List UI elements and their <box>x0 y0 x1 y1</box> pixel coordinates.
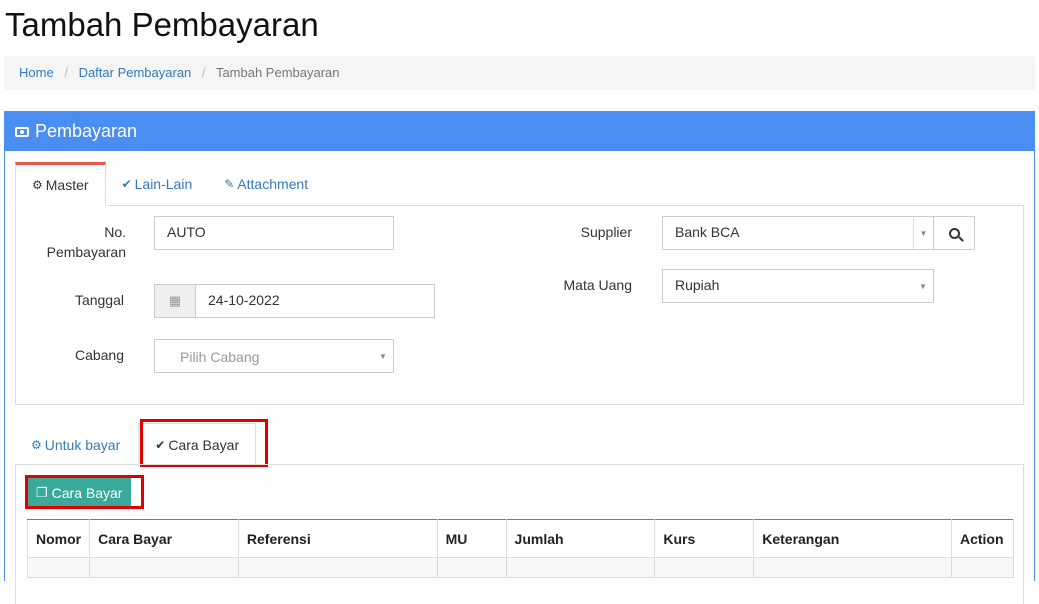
mata-uang-select[interactable]: Rupiah ▼ <box>662 269 934 303</box>
cogs-icon: ⚙ <box>31 438 42 452</box>
supplier-label: Supplier <box>580 224 632 240</box>
column-header: Keterangan <box>753 519 952 558</box>
table-header-row: Nomor Cara Bayar Referensi MU Jumlah Kur… <box>26 519 1015 558</box>
no-pembayaran-input[interactable]: AUTO <box>154 216 394 250</box>
mata-uang-label: Mata Uang <box>563 277 632 293</box>
supplier-value: Bank BCA <box>675 224 740 240</box>
tab-untuk-bayar[interactable]: ⚙ Untuk bayar <box>15 423 136 467</box>
supplier-search-button[interactable] <box>933 216 975 250</box>
tab-label: Lain-Lain <box>134 176 193 192</box>
highlight-box-cara-bayar-tab <box>140 419 268 467</box>
tanggal-label: Tanggal <box>74 292 124 308</box>
supplier-select[interactable]: Bank BCA ▼ <box>662 216 934 250</box>
tab-label: Master <box>45 177 89 193</box>
pembayaran-panel: Pembayaran ⚙ Master ✔ Lain-Lain ✎ Attach… <box>4 111 1035 604</box>
chevron-down-icon: ▼ <box>379 351 387 361</box>
tanggal-input[interactable]: 24-10-2022 <box>195 284 435 318</box>
paperclip-icon: ✎ <box>224 177 235 191</box>
breadcrumb: Home / Daftar Pembayaran / Tambah Pembay… <box>4 56 1035 90</box>
cara-bayar-table: Nomor Cara Bayar Referensi MU Jumlah Kur… <box>26 519 1015 578</box>
column-header: Jumlah <box>505 519 656 558</box>
highlight-box-cara-bayar-button <box>25 475 144 509</box>
breadcrumb-current: Tambah Pembayaran <box>215 65 340 80</box>
tab-label: Untuk bayar <box>44 437 121 453</box>
tab-label: Attachment <box>237 176 309 192</box>
column-header: Action <box>950 519 1015 558</box>
master-tab-content: No. Pembayaran AUTO Tanggal ▦ 24-10-2022… <box>15 205 1024 405</box>
chevron-down-icon: ▼ <box>913 217 933 249</box>
cara-bayar-tab-content: ❐ Cara Bayar Nomor Cara Bayar Referensi … <box>15 464 1024 604</box>
top-tabs: ⚙ Master ✔ Lain-Lain ✎ Attachment <box>15 162 324 206</box>
cabang-placeholder: Pilih Cabang <box>180 349 260 365</box>
column-header: Nomor <box>26 519 91 558</box>
cabang-label: Cabang <box>74 347 124 363</box>
column-header: MU <box>436 519 507 558</box>
cabang-select[interactable]: Pilih Cabang ▼ <box>154 339 394 373</box>
breadcrumb-separator: / <box>201 65 206 80</box>
money-icon <box>15 126 29 137</box>
search-icon <box>948 227 960 239</box>
breadcrumb-home-link[interactable]: Home <box>19 65 54 80</box>
check-circle-icon: ✔ <box>121 177 132 191</box>
calendar-icon[interactable]: ▦ <box>154 284 195 318</box>
page-title: Tambah Pembayaran <box>5 6 319 43</box>
no-pembayaran-label-line2: Pembayaran <box>46 244 126 260</box>
tab-master[interactable]: ⚙ Master <box>15 162 106 206</box>
panel-title: Pembayaran <box>35 121 138 141</box>
column-header: Referensi <box>237 519 438 558</box>
tab-attachment[interactable]: ✎ Attachment <box>208 162 324 206</box>
breadcrumb-daftar-pembayaran-link[interactable]: Daftar Pembayaran <box>79 65 192 80</box>
panel-heading: Pembayaran <box>5 112 1034 151</box>
cogs-icon: ⚙ <box>32 178 43 192</box>
column-header: Cara Bayar <box>89 519 239 558</box>
tab-lain-lain[interactable]: ✔ Lain-Lain <box>106 162 209 206</box>
mata-uang-value: Rupiah <box>675 277 720 293</box>
column-header: Kurs <box>654 519 755 558</box>
page: Tambah Pembayaran Home / Daftar Pembayar… <box>0 0 1039 604</box>
no-pembayaran-label-line1: No. <box>104 224 126 240</box>
chevron-down-icon: ▼ <box>919 281 927 291</box>
table-row <box>26 557 1015 578</box>
breadcrumb-separator: / <box>64 65 68 80</box>
